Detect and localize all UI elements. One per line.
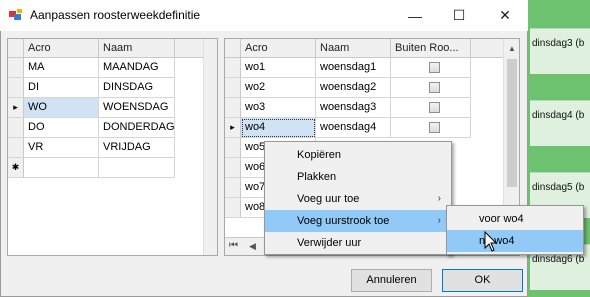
maximize-button[interactable]: ☐: [438, 0, 480, 31]
column-header-acro[interactable]: Acro: [24, 39, 99, 58]
menu-item-label: Plakken: [297, 171, 337, 183]
column-header-buiten-rooster[interactable]: Buiten Roo...: [391, 39, 471, 58]
menu-item-voeg-uurstrook-toe[interactable]: Voeg uurstrook toe ›: [265, 210, 451, 232]
checkbox[interactable]: [429, 102, 440, 113]
minimize-button[interactable]: —: [394, 0, 436, 31]
cell-acro[interactable]: VR: [24, 138, 99, 158]
cell-acro-selected[interactable]: WO: [24, 98, 99, 118]
bg-label: dinsdag5 (b: [532, 182, 585, 193]
first-record-icon[interactable]: ⏮: [229, 240, 238, 251]
column-header-naam[interactable]: Naam: [316, 39, 391, 58]
row-header-current[interactable]: ▸: [225, 118, 241, 138]
bg-label: dinsdag4 (b: [532, 110, 585, 121]
cell-naam[interactable]: VRIJDAG: [99, 138, 175, 158]
menu-item-label: Voeg uur toe: [297, 193, 360, 205]
cell-acro[interactable]: wo3: [241, 98, 316, 118]
menu-item-voeg-uur-toe[interactable]: Voeg uur toe ›: [265, 188, 451, 210]
context-menu: Kopiëren Plakken Voeg uur toe › Voeg uurs…: [264, 141, 452, 255]
submenu-item-na[interactable]: na wo4: [447, 230, 583, 252]
app-icon: [9, 8, 24, 22]
row-header[interactable]: [225, 158, 241, 178]
cell-naam[interactable]: DINSDAG: [99, 78, 175, 98]
bg-label: dinsdag6 (b: [532, 254, 585, 265]
cell-acro[interactable]: wo2: [241, 78, 316, 98]
header-filler: [175, 39, 203, 58]
corner-header: [8, 39, 24, 58]
cell-buiten-rooster[interactable]: [391, 58, 471, 78]
new-row-cell[interactable]: [24, 158, 99, 178]
row-header-current[interactable]: ▸: [8, 98, 24, 118]
row-header[interactable]: [225, 178, 241, 198]
previous-record-icon[interactable]: ◀: [249, 241, 256, 252]
menu-item-label: Voeg uurstrook toe: [297, 215, 390, 227]
submenu-arrow-icon: ›: [437, 193, 441, 204]
row-header[interactable]: [225, 198, 241, 218]
new-row-header[interactable]: ✱: [8, 158, 24, 178]
menu-item-label: Verwijder uur: [297, 237, 362, 249]
row-header[interactable]: [225, 78, 241, 98]
cell-naam[interactable]: woensdag2: [316, 78, 391, 98]
cell-naam[interactable]: WOENSDAG: [99, 98, 175, 118]
checkbox[interactable]: [429, 62, 440, 73]
cell-acro[interactable]: wo1: [241, 58, 316, 78]
submenu-arrow-icon: ›: [437, 215, 441, 226]
cell-naam[interactable]: DONDERDAG: [99, 118, 175, 138]
cell-naam[interactable]: woensdag1: [316, 58, 391, 78]
menu-item-kopieren[interactable]: Kopiëren: [265, 144, 451, 166]
vertical-scrollbar[interactable]: [203, 39, 217, 255]
close-button[interactable]: ✕: [484, 0, 526, 31]
bg-label: dinsdag3 (b: [532, 38, 585, 49]
bg-cell: [530, 100, 590, 146]
column-header-acro[interactable]: Acro: [241, 39, 316, 58]
weekday-grid: Acro Naam MA MAANDAG DI DINSDAG ▸ WO WOE…: [7, 38, 218, 256]
row-header[interactable]: [225, 58, 241, 78]
cell-acro[interactable]: DO: [24, 118, 99, 138]
cell-buiten-rooster[interactable]: [391, 98, 471, 118]
cancel-button[interactable]: Annuleren: [351, 269, 432, 292]
cell-acro[interactable]: DI: [24, 78, 99, 98]
column-header-naam[interactable]: Naam: [99, 39, 175, 58]
submenu-item-label: voor wo4: [479, 213, 524, 225]
cell-naam[interactable]: MAANDAG: [99, 58, 175, 78]
checkbox[interactable]: [429, 122, 440, 133]
scroll-up-icon[interactable]: ▲: [508, 44, 516, 53]
header-filler: [471, 39, 503, 58]
menu-item-label: Kopiëren: [297, 149, 342, 161]
submenu: voor wo4 na wo4: [446, 205, 584, 255]
cell-acro[interactable]: MA: [24, 58, 99, 78]
row-header[interactable]: [8, 118, 24, 138]
scrollbar-thumb[interactable]: [507, 59, 517, 187]
new-row-cell[interactable]: [99, 158, 175, 178]
cell-naam[interactable]: woensdag4: [316, 118, 391, 138]
menu-item-plakken[interactable]: Plakken: [265, 166, 451, 188]
mouse-cursor-icon: [484, 230, 498, 253]
cell-buiten-rooster[interactable]: [391, 78, 471, 98]
submenu-item-voor[interactable]: voor wo4: [447, 208, 583, 230]
row-header[interactable]: [225, 138, 241, 158]
row-header[interactable]: [8, 138, 24, 158]
cell-acro-selected[interactable]: wo4: [241, 118, 316, 138]
menu-item-verwijder-uur[interactable]: Verwijder uur: [265, 232, 451, 254]
row-header[interactable]: [225, 98, 241, 118]
row-header[interactable]: [8, 78, 24, 98]
window-title: Aanpassen roosterweekdefinitie: [30, 8, 201, 22]
cell-buiten-rooster[interactable]: [391, 118, 471, 138]
ok-button[interactable]: OK: [442, 269, 523, 292]
cell-naam[interactable]: woensdag3: [316, 98, 391, 118]
bg-cell: [530, 28, 590, 74]
corner-header: [225, 39, 241, 58]
row-header[interactable]: [8, 58, 24, 78]
checkbox[interactable]: [429, 82, 440, 93]
